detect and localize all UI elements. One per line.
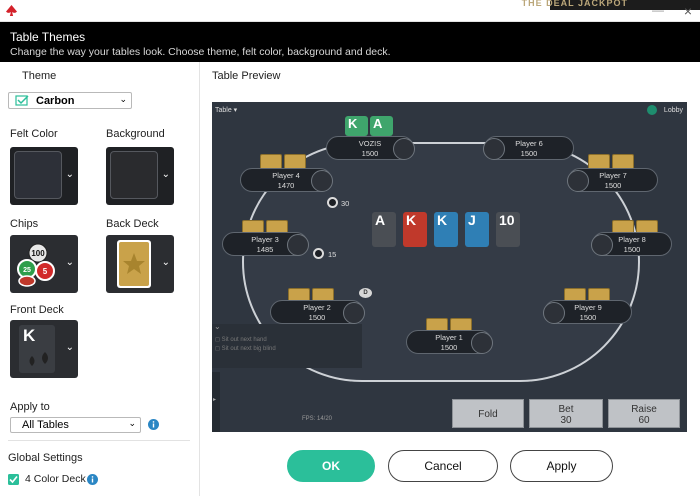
cancel-button[interactable]: Cancel <box>388 450 498 482</box>
player-seat[interactable]: Player 2 1500 <box>270 300 365 324</box>
chevron-down-icon: ⌄ <box>161 257 170 268</box>
ok-button[interactable]: OK <box>287 450 375 482</box>
lobby-icon <box>646 105 657 115</box>
felt-color-label: Felt Color <box>10 128 58 140</box>
chevron-down-icon: ⌄ <box>161 169 170 180</box>
chips-picker[interactable]: 100 25 5 ⌄ <box>10 235 78 293</box>
chevron-down-icon: ⌄ <box>65 342 74 353</box>
dialog-header: Table Themes Change the way your tables … <box>0 22 700 62</box>
fps-counter: FPS: 14/20 <box>302 416 333 422</box>
table-preview: Table ▾ Lobby K A VOZIS 1500 Player 6 1500… <box>212 102 687 432</box>
front-deck-label: Front Deck <box>10 304 64 316</box>
board-card: 10 <box>496 212 520 247</box>
chips-label: Chips <box>10 218 39 230</box>
front-deck-rank: K <box>23 326 36 345</box>
bet-chip-icon <box>313 248 324 259</box>
back-deck-picker[interactable]: ⌄ <box>106 235 174 293</box>
dialog-title: Table Themes <box>10 30 86 44</box>
theme-label: Theme <box>22 70 57 82</box>
player-seat[interactable]: Player 1 1500 <box>406 330 493 354</box>
spade-logo-icon <box>6 5 17 16</box>
player-avatar <box>343 302 365 324</box>
board-card: A <box>372 212 396 247</box>
player-seat[interactable]: VOZIS 1500 <box>326 136 415 160</box>
chip-value-25: 25 <box>23 267 31 274</box>
back-deck-label: Back Deck <box>106 218 159 230</box>
player-avatar <box>471 332 493 354</box>
background-label: Background <box>106 128 165 140</box>
player-seat[interactable]: Player 4 1470 <box>240 168 333 192</box>
apply-to-select[interactable]: All Tables ⌄ <box>10 417 141 433</box>
chevron-down-icon: ⌄ <box>128 418 136 428</box>
four-color-deck-label: 4 Color Deck <box>25 473 86 485</box>
hero-card: K <box>345 116 368 136</box>
raise-button[interactable]: Raise 60 <box>608 399 680 428</box>
background-picker[interactable]: ⌄ <box>106 147 174 205</box>
chips-icon: 100 25 5 <box>17 243 55 287</box>
apply-to-value: All Tables <box>22 419 69 431</box>
table-preview-label: Table Preview <box>212 70 281 82</box>
board-card: J <box>465 212 489 247</box>
player-avatar <box>483 138 505 160</box>
collapse-icon[interactable]: ⌄ <box>214 322 221 331</box>
lobby-link[interactable]: Lobby <box>646 105 683 115</box>
dialog-subtitle: Change the way your tables look. Choose … <box>10 46 391 58</box>
sit-out-next-hand[interactable]: ◻ Sit out next hand <box>215 336 267 343</box>
player-avatar <box>311 170 333 192</box>
background-swatch <box>110 151 158 199</box>
sit-out-big-blind[interactable]: ◻ Sit out next big blind <box>215 345 276 352</box>
theme-value: Carbon <box>36 95 75 107</box>
felt-color-picker[interactable]: ⌄ <box>10 147 78 205</box>
player-avatar <box>591 234 613 256</box>
player-avatar <box>543 302 565 324</box>
divider <box>8 440 190 441</box>
board-card: K <box>434 212 458 247</box>
chip-value-100: 100 <box>31 249 45 258</box>
jackpot-banner-text: THE DEAL JACKPOT <box>521 0 628 8</box>
front-deck-picker[interactable]: K ⌄ <box>10 320 78 378</box>
chevron-right-icon: ▸ <box>213 397 217 403</box>
apply-to-label: Apply to <box>10 401 50 413</box>
felt-color-swatch <box>14 151 62 199</box>
fold-button[interactable]: Fold <box>452 399 524 428</box>
close-icon[interactable]: × <box>684 3 692 19</box>
info-icon[interactable] <box>148 419 159 430</box>
app-top-strip: THE DEAL JACKPOT — × <box>0 0 700 22</box>
player-avatar <box>287 234 309 256</box>
chevron-down-icon: ⌄ <box>65 257 74 268</box>
info-icon[interactable] <box>87 474 98 485</box>
sit-out-panel: ⌄ ◻ Sit out next hand ◻ Sit out next big… <box>212 322 362 368</box>
theme-select[interactable]: Carbon ⌄ <box>8 92 132 109</box>
player-seat[interactable]: Player 8 1500 <box>591 232 672 256</box>
hero-card: A <box>370 116 393 136</box>
bet-amount: 30 <box>341 199 350 208</box>
chevron-down-icon: ⌄ <box>119 94 127 104</box>
preview-panel: Table Preview Table ▾ Lobby K A VOZIS 150… <box>201 62 700 496</box>
four-color-deck-checkbox[interactable] <box>8 474 19 485</box>
player-avatar <box>567 170 589 192</box>
player-seat[interactable]: Player 7 1500 <box>567 168 658 192</box>
theme-check-icon <box>15 95 29 106</box>
global-settings-label: Global Settings <box>8 452 83 464</box>
dealer-button: D <box>359 288 372 298</box>
minimize-icon[interactable]: — <box>652 3 664 17</box>
apply-button[interactable]: Apply <box>510 450 613 482</box>
bet-amount: 15 <box>328 250 337 259</box>
chip-value-5: 5 <box>43 267 48 276</box>
player-avatar <box>393 138 415 160</box>
player-seat[interactable]: Player 9 1500 <box>543 300 632 324</box>
player-seat[interactable]: Player 3 1485 <box>222 232 309 256</box>
board-card: K <box>403 212 427 247</box>
chevron-down-icon: ⌄ <box>65 169 74 180</box>
bet-chip-icon <box>327 197 338 208</box>
bet-button[interactable]: Bet 30 <box>529 399 603 428</box>
player-seat[interactable]: Player 6 1500 <box>483 136 574 160</box>
card-back-icon <box>117 240 151 288</box>
table-menu[interactable]: Table ▾ <box>215 106 237 114</box>
settings-panel: Theme Carbon ⌄ Felt Color ⌄ Background ⌄… <box>0 62 200 496</box>
side-tab[interactable]: ▸ <box>212 372 220 432</box>
